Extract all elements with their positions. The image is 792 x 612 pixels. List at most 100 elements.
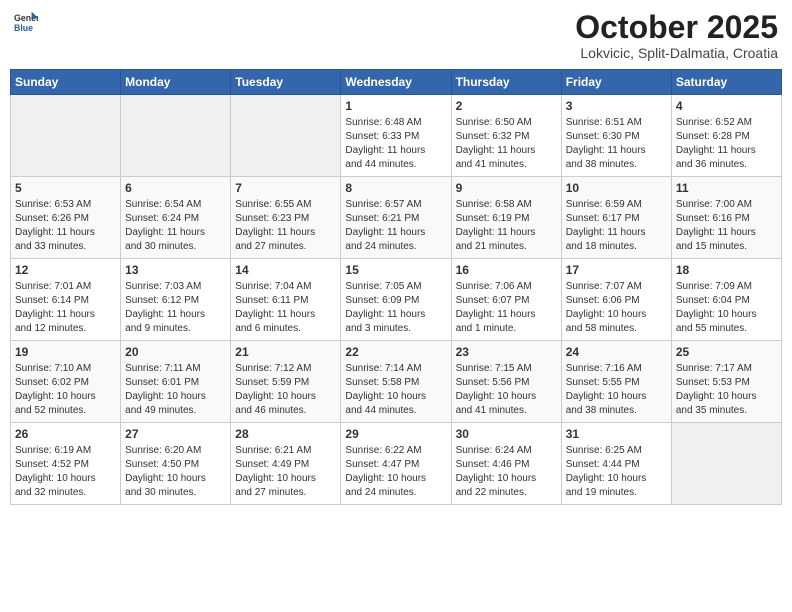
calendar-cell: 9Sunrise: 6:58 AM Sunset: 6:19 PM Daylig… — [451, 177, 561, 259]
day-info: Sunrise: 6:50 AM Sunset: 6:32 PM Dayligh… — [456, 116, 557, 172]
day-number: 7 — [235, 181, 336, 195]
day-number: 16 — [456, 263, 557, 277]
week-row-2: 5 Sunrise: 6:53 AM Sunset: 6:26 PM Daylig… — [11, 177, 782, 259]
calendar-cell: 16 Sunrise: 7:06 AM Sunset: 6:07 PM Dayli… — [451, 259, 561, 341]
day-number: 8 — [345, 181, 446, 195]
calendar-cell: 27 Sunrise: 6:20 AM Sunset: 4:50 PM Dayli… — [121, 423, 231, 505]
week-row-1: 1 Sunrise: 6:48 AM Sunset: 6:33 PM Daylig… — [11, 95, 782, 177]
day-info: Sunrise: 6:20 AM Sunset: 4:50 PM Dayligh… — [125, 444, 226, 500]
day-info: Sunrise: 6:52 AM Sunset: 6:28 PM Dayligh… — [676, 116, 777, 172]
calendar-cell: 25 Sunrise: 7:17 AM Sunset: 5:53 PM Dayli… — [671, 341, 781, 423]
day-info: Sunrise: 6:54 AM Sunset: 6:24 PM Dayligh… — [125, 198, 226, 254]
day-info: Sunrise: 7:05 AM Sunset: 6:09 PM Dayligh… — [345, 280, 446, 336]
day-number: 26 — [15, 427, 116, 441]
day-number: 27 — [125, 427, 226, 441]
calendar-cell: 6 Sunrise: 6:54 AM Sunset: 6:24 PM Daylig… — [121, 177, 231, 259]
calendar-cell: 4 Sunrise: 6:52 AM Sunset: 6:28 PM Daylig… — [671, 95, 781, 177]
calendar-cell: 26 Sunrise: 6:19 AM Sunset: 4:52 PM Dayli… — [11, 423, 121, 505]
location: Lokvicic, Split-Dalmatia, Croatia — [575, 45, 778, 61]
day-info: Sunrise: 7:01 AM Sunset: 6:14 PM Dayligh… — [15, 280, 116, 336]
day-number: 6 — [125, 181, 226, 195]
day-info: Sunrise: 7:12 AM Sunset: 5:59 PM Dayligh… — [235, 362, 336, 418]
day-info: Sunrise: 7:09 AM Sunset: 6:04 PM Dayligh… — [676, 280, 777, 336]
day-number: 15 — [345, 263, 446, 277]
calendar-cell: 14 Sunrise: 7:04 AM Sunset: 6:11 PM Dayli… — [231, 259, 341, 341]
day-info: Sunrise: 7:16 AM Sunset: 5:55 PM Dayligh… — [566, 362, 667, 418]
calendar-cell: 18 Sunrise: 7:09 AM Sunset: 6:04 PM Dayli… — [671, 259, 781, 341]
day-info: Sunrise: 6:21 AM Sunset: 4:49 PM Dayligh… — [235, 444, 336, 500]
week-row-4: 19Sunrise: 7:10 AM Sunset: 6:02 PM Dayli… — [11, 341, 782, 423]
page-header: General Blue October 2025 Lokvicic, Spli… — [10, 10, 782, 61]
calendar-cell: 5 Sunrise: 6:53 AM Sunset: 6:26 PM Daylig… — [11, 177, 121, 259]
day-info: Sunrise: 6:51 AM Sunset: 6:30 PM Dayligh… — [566, 116, 667, 172]
day-number: 17 — [566, 263, 667, 277]
weekday-header-monday: Monday — [121, 70, 231, 95]
day-info: Sunrise: 7:17 AM Sunset: 5:53 PM Dayligh… — [676, 362, 777, 418]
calendar-cell: 30 Sunrise: 6:24 AM Sunset: 4:46 PM Dayli… — [451, 423, 561, 505]
day-number: 12 — [15, 263, 116, 277]
day-number: 29 — [345, 427, 446, 441]
calendar-cell: 28 Sunrise: 6:21 AM Sunset: 4:49 PM Dayli… — [231, 423, 341, 505]
calendar-cell: 3Sunrise: 6:51 AM Sunset: 6:30 PM Daylig… — [561, 95, 671, 177]
day-info: Sunrise: 6:25 AM Sunset: 4:44 PM Dayligh… — [566, 444, 667, 500]
calendar-cell: 11Sunrise: 7:00 AM Sunset: 6:16 PM Dayli… — [671, 177, 781, 259]
day-info: Sunrise: 7:15 AM Sunset: 5:56 PM Dayligh… — [456, 362, 557, 418]
day-info: Sunrise: 7:10 AM Sunset: 6:02 PM Dayligh… — [15, 362, 116, 418]
weekday-header-wednesday: Wednesday — [341, 70, 451, 95]
calendar-cell: 15 Sunrise: 7:05 AM Sunset: 6:09 PM Dayli… — [341, 259, 451, 341]
weekday-header-thursday: Thursday — [451, 70, 561, 95]
weekday-header-tuesday: Tuesday — [231, 70, 341, 95]
day-info: Sunrise: 6:24 AM Sunset: 4:46 PM Dayligh… — [456, 444, 557, 500]
day-info: Sunrise: 7:03 AM Sunset: 6:12 PM Dayligh… — [125, 280, 226, 336]
calendar-cell: 13 Sunrise: 7:03 AM Sunset: 6:12 PM Dayli… — [121, 259, 231, 341]
calendar-cell: 21 Sunrise: 7:12 AM Sunset: 5:59 PM Dayli… — [231, 341, 341, 423]
calendar-cell — [121, 95, 231, 177]
day-number: 21 — [235, 345, 336, 359]
calendar-cell: 22Sunrise: 7:14 AM Sunset: 5:58 PM Dayli… — [341, 341, 451, 423]
calendar-cell: 20Sunrise: 7:11 AM Sunset: 6:01 PM Dayli… — [121, 341, 231, 423]
calendar-cell — [671, 423, 781, 505]
day-number: 14 — [235, 263, 336, 277]
day-number: 22 — [345, 345, 446, 359]
week-row-3: 12 Sunrise: 7:01 AM Sunset: 6:14 PM Dayli… — [11, 259, 782, 341]
day-info: Sunrise: 6:53 AM Sunset: 6:26 PM Dayligh… — [15, 198, 116, 254]
day-number: 18 — [676, 263, 777, 277]
day-number: 5 — [15, 181, 116, 195]
week-row-5: 26 Sunrise: 6:19 AM Sunset: 4:52 PM Dayli… — [11, 423, 782, 505]
calendar-cell: 12 Sunrise: 7:01 AM Sunset: 6:14 PM Dayli… — [11, 259, 121, 341]
month-title: October 2025 — [575, 10, 778, 45]
day-info: Sunrise: 7:04 AM Sunset: 6:11 PM Dayligh… — [235, 280, 336, 336]
day-number: 25 — [676, 345, 777, 359]
day-info: Sunrise: 6:59 AM Sunset: 6:17 PM Dayligh… — [566, 198, 667, 254]
calendar-cell: 10 Sunrise: 6:59 AM Sunset: 6:17 PM Dayli… — [561, 177, 671, 259]
day-info: Sunrise: 7:07 AM Sunset: 6:06 PM Dayligh… — [566, 280, 667, 336]
day-number: 30 — [456, 427, 557, 441]
day-info: Sunrise: 6:48 AM Sunset: 6:33 PM Dayligh… — [345, 116, 446, 172]
day-info: Sunrise: 7:11 AM Sunset: 6:01 PM Dayligh… — [125, 362, 226, 418]
day-number: 28 — [235, 427, 336, 441]
day-number: 9 — [456, 181, 557, 195]
logo-icon: General Blue — [14, 10, 38, 34]
weekday-header-saturday: Saturday — [671, 70, 781, 95]
calendar-cell: 2Sunrise: 6:50 AM Sunset: 6:32 PM Daylig… — [451, 95, 561, 177]
calendar-cell: 23Sunrise: 7:15 AM Sunset: 5:56 PM Dayli… — [451, 341, 561, 423]
day-number: 1 — [345, 99, 446, 113]
day-number: 10 — [566, 181, 667, 195]
calendar-cell: 31 Sunrise: 6:25 AM Sunset: 4:44 PM Dayli… — [561, 423, 671, 505]
day-number: 4 — [676, 99, 777, 113]
day-info: Sunrise: 6:19 AM Sunset: 4:52 PM Dayligh… — [15, 444, 116, 500]
day-number: 13 — [125, 263, 226, 277]
day-number: 24 — [566, 345, 667, 359]
weekday-header-sunday: Sunday — [11, 70, 121, 95]
day-info: Sunrise: 6:55 AM Sunset: 6:23 PM Dayligh… — [235, 198, 336, 254]
day-number: 31 — [566, 427, 667, 441]
day-info: Sunrise: 6:22 AM Sunset: 4:47 PM Dayligh… — [345, 444, 446, 500]
calendar-cell — [231, 95, 341, 177]
day-info: Sunrise: 6:57 AM Sunset: 6:21 PM Dayligh… — [345, 198, 446, 254]
logo: General Blue — [14, 10, 38, 34]
calendar-cell: 24 Sunrise: 7:16 AM Sunset: 5:55 PM Dayli… — [561, 341, 671, 423]
day-info: Sunrise: 7:06 AM Sunset: 6:07 PM Dayligh… — [456, 280, 557, 336]
calendar-cell: 17 Sunrise: 7:07 AM Sunset: 6:06 PM Dayli… — [561, 259, 671, 341]
calendar-table: SundayMondayTuesdayWednesdayThursdayFrid… — [10, 69, 782, 505]
calendar-cell: 19Sunrise: 7:10 AM Sunset: 6:02 PM Dayli… — [11, 341, 121, 423]
